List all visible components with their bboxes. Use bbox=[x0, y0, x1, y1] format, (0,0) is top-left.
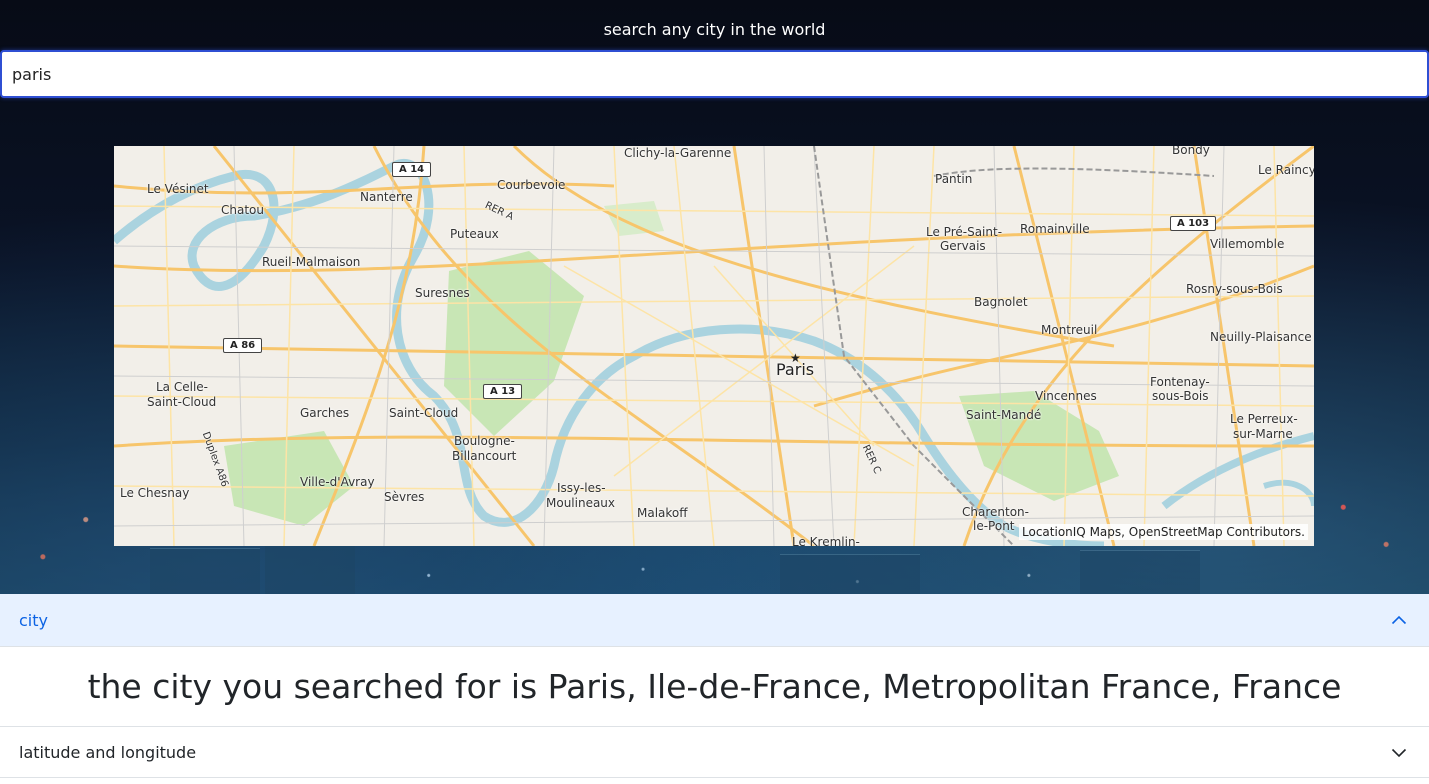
map-place-label: Ville-d'Avray bbox=[300, 475, 375, 489]
map-place-label: Montreuil bbox=[1041, 323, 1098, 337]
map-place-label: Rosny-sous-Bois bbox=[1186, 282, 1283, 296]
map-rail bbox=[813, 146, 1015, 546]
map-place-label: Suresnes bbox=[415, 286, 470, 300]
map-place-label: Le Pré-Saint- bbox=[926, 225, 1003, 239]
map-place-label: Saint-Mandé bbox=[966, 408, 1042, 422]
map-place-label: Bondy bbox=[1172, 146, 1210, 157]
map-place-label: Courbevoie bbox=[497, 178, 566, 192]
map-place-label: le-Pont bbox=[973, 519, 1015, 533]
map-place-label: La Celle- bbox=[156, 380, 208, 394]
map-place-label: Issy-les- bbox=[557, 481, 606, 495]
city-result-text: the city you searched for is Paris, Ile-… bbox=[87, 667, 1342, 706]
building-silhouette bbox=[1080, 550, 1200, 594]
map-place-label: Garches bbox=[300, 406, 350, 420]
accordion-city-body: the city you searched for is Paris, Ile-… bbox=[0, 646, 1429, 726]
chevron-down-icon bbox=[1391, 748, 1407, 758]
map-place-label: Billancourt bbox=[452, 449, 517, 463]
map-place-label: Romainville bbox=[1020, 222, 1090, 236]
accordion-city-label: city bbox=[19, 610, 48, 630]
map-river bbox=[1263, 479, 1314, 507]
map-place-label: Saint-Cloud bbox=[389, 406, 459, 420]
road-shield: A 14 bbox=[392, 162, 432, 177]
map-place-label: Neuilly-Plaisance bbox=[1210, 330, 1312, 344]
building-silhouette bbox=[265, 544, 355, 594]
page-title: search any city in the world bbox=[603, 20, 826, 39]
map-place-label: Le Kremlin- bbox=[792, 535, 860, 546]
building-silhouette bbox=[780, 554, 920, 594]
city-search-input[interactable] bbox=[0, 50, 1429, 98]
map-place-label: sous-Bois bbox=[1152, 389, 1209, 403]
map-place-label: Nanterre bbox=[360, 190, 413, 204]
chevron-up-icon bbox=[1391, 615, 1407, 625]
map-place-label: sur-Marne bbox=[1233, 427, 1293, 441]
accordion-latlng-label: latitude and longitude bbox=[19, 742, 197, 762]
map-place-label: Saint-Cloud bbox=[147, 395, 217, 409]
map-place-label: Charenton- bbox=[962, 505, 1029, 519]
map-place-label: Rueil-Malmaison bbox=[262, 255, 361, 269]
road-shield: A 86 bbox=[223, 338, 263, 353]
map-tiles bbox=[114, 146, 1314, 546]
map-place-label: Sèvres bbox=[384, 490, 425, 504]
city-map[interactable]: Clichy-la-Garenne Bondy Le Raincy Le Vés… bbox=[114, 146, 1314, 546]
map-place-label: Villemomble bbox=[1210, 237, 1285, 251]
map-place-label: Le Vésinet bbox=[147, 182, 209, 196]
accordion-latlng-header[interactable]: latitude and longitude bbox=[0, 726, 1429, 778]
map-place-label: Moulineaux bbox=[546, 496, 616, 510]
map-place-label: Bagnolet bbox=[974, 295, 1028, 309]
map-place-label: Chatou bbox=[221, 203, 264, 217]
map-place-label: Le Raincy bbox=[1258, 163, 1314, 177]
hero-background: search any city in the world paris Clich… bbox=[0, 0, 1429, 594]
map-city-label: Paris bbox=[776, 360, 815, 379]
map-place-label: Vincennes bbox=[1035, 389, 1097, 403]
map-place-label: Boulogne- bbox=[454, 434, 515, 448]
map-park bbox=[604, 201, 664, 236]
building-silhouette bbox=[150, 548, 260, 594]
map-place-label: Gervais bbox=[940, 239, 986, 253]
map-place-label: Malakoff bbox=[637, 506, 688, 520]
map-place-label: Fontenay- bbox=[1150, 375, 1210, 389]
road-shield: A 103 bbox=[1170, 216, 1217, 231]
accordion-city-header[interactable]: city bbox=[0, 594, 1429, 646]
road-shield: A 13 bbox=[483, 384, 523, 399]
map-place-label: Le Perreux- bbox=[1230, 412, 1298, 426]
map-attribution[interactable]: LocationIQ Maps, OpenStreetMap Contribut… bbox=[1019, 524, 1308, 540]
map-park bbox=[444, 251, 584, 436]
map-place-label: Puteaux bbox=[450, 227, 499, 241]
map-place-label: Le Chesnay bbox=[120, 486, 190, 500]
map-place-label: Pantin bbox=[935, 172, 973, 186]
map-place-label: Clichy-la-Garenne bbox=[624, 146, 732, 160]
